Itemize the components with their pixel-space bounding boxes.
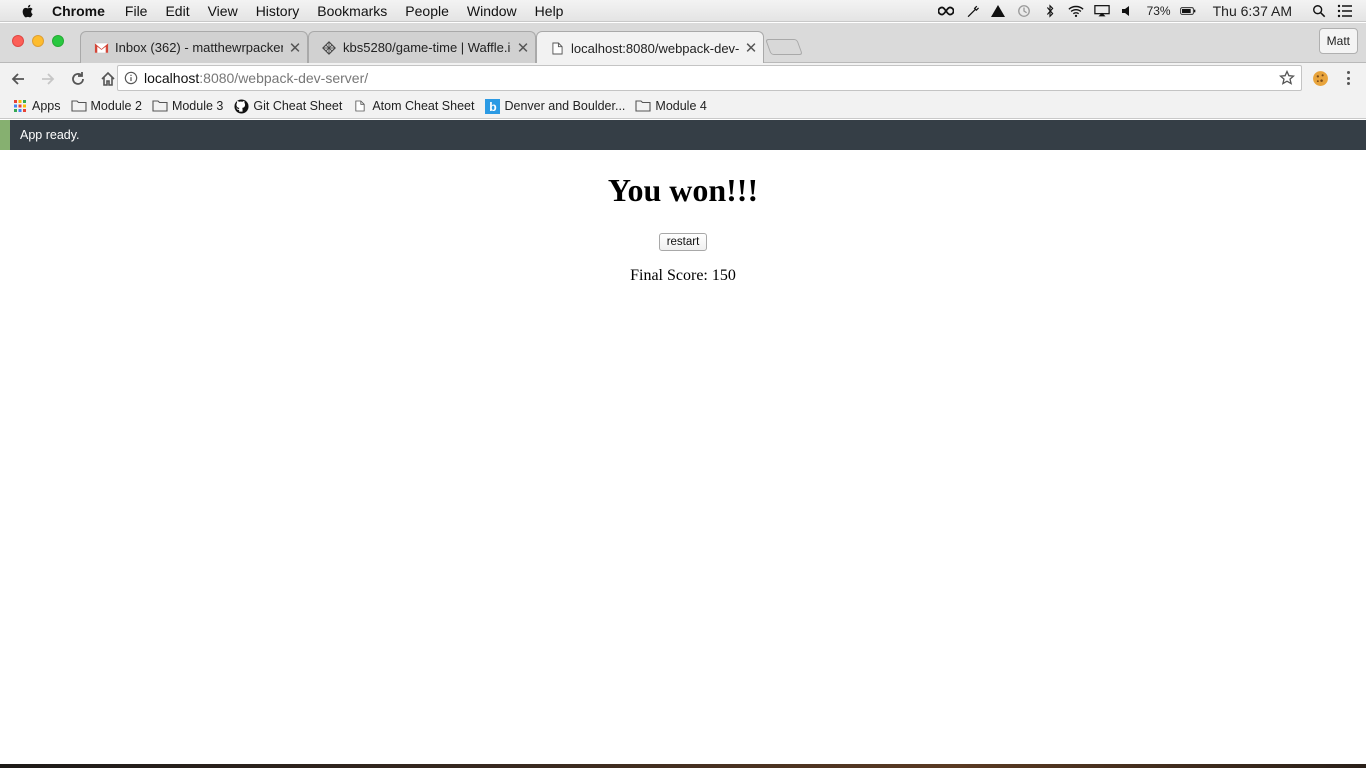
apple-logo-icon[interactable]: [20, 3, 36, 19]
forward-arrow-icon[interactable]: [34, 65, 62, 93]
profile-button[interactable]: Matt: [1318, 28, 1358, 54]
bluetooth-icon[interactable]: [1037, 0, 1063, 22]
address-bar[interactable]: localhost:8080/webpack-dev-server/: [117, 65, 1302, 91]
folder-icon: [70, 99, 87, 113]
bookmark-module-3[interactable]: Module 3: [152, 99, 223, 113]
apps-grid-icon: [12, 99, 28, 113]
tab-title: kbs5280/game-time | Waffle.io: [343, 40, 511, 55]
b-logo-icon: b: [484, 98, 500, 114]
airplay-icon[interactable]: [1089, 0, 1115, 22]
time-machine-icon[interactable]: [1011, 0, 1037, 22]
page-icon: [549, 40, 565, 56]
gmail-icon: [93, 40, 109, 56]
waffle-icon: [321, 40, 337, 56]
battery-percent: 73%: [1146, 4, 1171, 18]
tab-localhost-active[interactable]: localhost:8080/webpack-dev-server/ ✕: [536, 31, 764, 64]
tab-waffle[interactable]: kbs5280/game-time | Waffle.io ✕: [308, 31, 536, 63]
browser-toolbar: localhost:8080/webpack-dev-server/: [0, 63, 1366, 94]
window-zoom-button[interactable]: [52, 35, 64, 47]
restart-button[interactable]: restart: [658, 233, 708, 251]
bookmark-apps[interactable]: Apps: [12, 99, 61, 113]
bookmark-label: Denver and Boulder...: [504, 99, 626, 113]
menu-file[interactable]: File: [125, 3, 148, 19]
bookmark-label: Git Cheat Sheet: [253, 99, 343, 113]
tab-gmail-inbox[interactable]: Inbox (362) - matthewrpacker ✕: [80, 31, 308, 63]
menu-people[interactable]: People: [405, 3, 449, 19]
final-score-value: 150: [711, 267, 736, 284]
url-path: :8080/webpack-dev-server/: [199, 70, 369, 86]
cookie-extension-icon[interactable]: [1312, 70, 1329, 87]
window-close-button[interactable]: [12, 35, 24, 47]
bookmark-label: Module 4: [655, 99, 707, 113]
tab-close-icon[interactable]: ✕: [283, 39, 307, 57]
menu-bookmarks[interactable]: Bookmarks: [317, 3, 387, 19]
menu-edit[interactable]: Edit: [165, 3, 189, 19]
menu-bar-status-area: 73% Thu 6:37 AM: [933, 0, 1366, 22]
wifi-icon[interactable]: [1063, 0, 1089, 22]
infinity-icon[interactable]: [933, 0, 959, 22]
bookmark-git-cheat-sheet[interactable]: Git Cheat Sheet: [233, 98, 343, 114]
final-score: Final Score: 150: [0, 267, 1366, 285]
desktop-background-strip: [0, 764, 1366, 768]
drive-triangle-icon[interactable]: [985, 0, 1011, 22]
battery-icon[interactable]: [1175, 0, 1201, 22]
new-tab-button[interactable]: [765, 39, 803, 55]
menu-bar-clock[interactable]: Thu 6:37 AM: [1213, 3, 1292, 19]
bookmark-label: Module 3: [171, 99, 224, 113]
bookmark-atom-cheat-sheet[interactable]: Atom Cheat Sheet: [352, 99, 474, 113]
bookmark-module-4[interactable]: Module 4: [635, 99, 707, 113]
menu-help[interactable]: Help: [535, 3, 564, 19]
final-score-label: Final Score:: [630, 267, 708, 284]
menu-history[interactable]: History: [256, 3, 300, 19]
menu-window[interactable]: Window: [467, 3, 517, 19]
reload-icon[interactable]: [64, 65, 92, 93]
status-text: App ready.: [20, 128, 80, 142]
bookmark-label: Apps: [32, 99, 61, 113]
bookmarks-bar: Apps Module 2 Module 3 Git Cheat Sheet A…: [0, 94, 1366, 119]
tab-close-icon[interactable]: ✕: [739, 39, 763, 57]
bookmark-label: Atom Cheat Sheet: [372, 99, 475, 113]
site-info-icon[interactable]: [118, 71, 144, 85]
webpack-status-bar: App ready.: [0, 120, 1366, 150]
macos-menu-bar: Chrome File Edit View History Bookmarks …: [0, 0, 1366, 22]
tab-close-icon[interactable]: ✕: [511, 39, 535, 57]
folder-icon: [635, 99, 651, 113]
notification-center-icon[interactable]: [1332, 0, 1358, 22]
bookmark-denver-and-boulder[interactable]: b Denver and Boulder...: [484, 98, 626, 114]
bookmark-label: Module 2: [90, 99, 142, 113]
menu-app-chrome[interactable]: Chrome: [52, 3, 105, 19]
chrome-menu-icon[interactable]: [1340, 69, 1356, 87]
volume-icon[interactable]: [1115, 0, 1141, 22]
github-icon: [233, 98, 249, 114]
tab-title: Inbox (362) - matthewrpacker: [115, 40, 283, 55]
browser-tab-strip: Inbox (362) - matthewrpacker ✕ kbs5280/g…: [0, 23, 1366, 64]
folder-icon: [152, 99, 168, 113]
bookmark-module-2[interactable]: Module 2: [70, 99, 142, 113]
spotlight-search-icon[interactable]: [1306, 0, 1332, 22]
svg-text:b: b: [489, 100, 496, 114]
page-icon: [352, 99, 368, 113]
menu-view[interactable]: View: [208, 3, 238, 19]
back-arrow-icon[interactable]: [4, 65, 32, 93]
page-content: You won!!! restart Final Score: 150: [0, 150, 1366, 764]
win-heading: You won!!!: [607, 172, 759, 208]
bookmark-star-icon[interactable]: [1279, 70, 1295, 86]
window-minimize-button[interactable]: [32, 35, 44, 47]
url-host: localhost: [144, 70, 200, 86]
wrench-icon[interactable]: [959, 0, 985, 22]
tab-title: localhost:8080/webpack-dev-server/: [571, 40, 739, 56]
